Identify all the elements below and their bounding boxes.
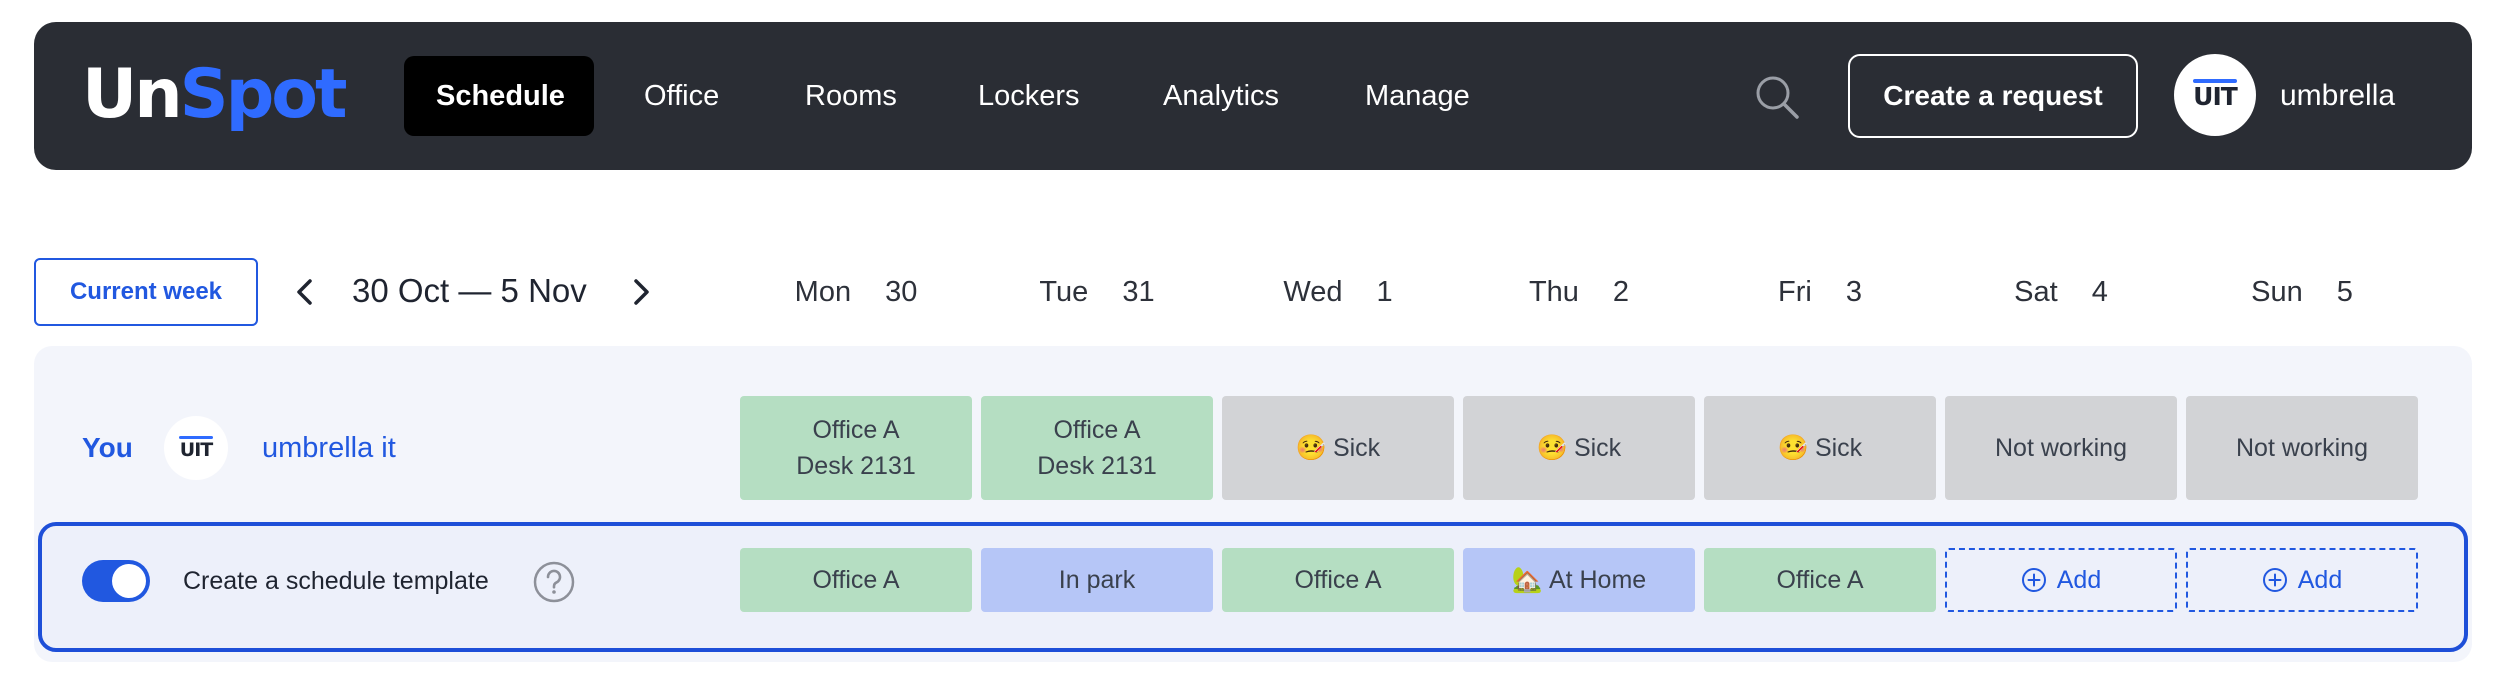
current-week-button[interactable]: Current week bbox=[34, 258, 258, 326]
plus-circle-icon bbox=[2021, 568, 2046, 592]
unspot-logo[interactable]: UnSpot bbox=[82, 50, 348, 140]
top-header: UnSpot Schedule Office Rooms Lockers Ana… bbox=[34, 22, 2472, 170]
day-header-mon: Mon 30 bbox=[794, 276, 918, 308]
nav-rooms[interactable]: Rooms bbox=[805, 56, 897, 136]
schedule-cell-tue[interactable]: Office A Desk 2131 bbox=[981, 396, 1213, 500]
sick-emoji-icon: 🤒 bbox=[1536, 434, 1568, 462]
nav-manage[interactable]: Manage bbox=[1365, 56, 1470, 136]
week-range-label: 30 Oct — 5 Nov bbox=[352, 272, 587, 309]
schedule-cell-fri[interactable]: 🤒 Sick bbox=[1704, 396, 1936, 500]
day-header-sun: Sun 5 bbox=[2251, 276, 2353, 308]
create-request-button[interactable]: Create a request bbox=[1848, 54, 2138, 138]
chevron-left-icon[interactable] bbox=[288, 274, 324, 310]
nav-lockers[interactable]: Lockers bbox=[978, 56, 1080, 136]
nav-analytics[interactable]: Analytics bbox=[1163, 56, 1279, 136]
template-cell-thu[interactable]: 🏡 At Home bbox=[1463, 548, 1695, 612]
header-username[interactable]: umbrella bbox=[2280, 56, 2395, 136]
schedule-cell-sun[interactable]: Not working bbox=[2186, 396, 2418, 500]
uit-logo-icon: UIT bbox=[2193, 79, 2238, 111]
nav-office[interactable]: Office bbox=[644, 56, 719, 136]
uit-logo-icon: UIT bbox=[179, 435, 213, 461]
user-name[interactable]: umbrella it bbox=[262, 428, 396, 468]
template-cell-wed[interactable]: Office A bbox=[1222, 548, 1454, 612]
template-cell-fri[interactable]: Office A bbox=[1704, 548, 1936, 612]
home-emoji-icon: 🏡 bbox=[1511, 566, 1543, 594]
nav-schedule[interactable]: Schedule bbox=[404, 56, 594, 136]
template-toggle[interactable] bbox=[82, 560, 150, 602]
day-header-tue: Tue 31 bbox=[1039, 276, 1155, 308]
user-avatar: UIT bbox=[164, 416, 228, 480]
day-header-thu: Thu 2 bbox=[1528, 276, 1630, 308]
sick-emoji-icon: 🤒 bbox=[1295, 434, 1327, 462]
schedule-cell-wed[interactable]: 🤒 Sick bbox=[1222, 396, 1454, 500]
template-label: Create a schedule template bbox=[183, 567, 489, 595]
schedule-cell-mon[interactable]: Office A Desk 2131 bbox=[740, 396, 972, 500]
template-cell-mon[interactable]: Office A bbox=[740, 548, 972, 612]
toggle-knob bbox=[112, 564, 146, 598]
help-icon[interactable] bbox=[532, 560, 576, 604]
template-cell-tue[interactable]: In park bbox=[981, 548, 1213, 612]
plus-circle-icon bbox=[2262, 568, 2287, 592]
schedule-cell-sat[interactable]: Not working bbox=[1945, 396, 2177, 500]
you-label: You bbox=[82, 432, 133, 463]
template-add-sat-button[interactable]: Add bbox=[1945, 548, 2177, 612]
sick-emoji-icon: 🤒 bbox=[1777, 434, 1809, 462]
template-add-sun-button[interactable]: Add bbox=[2186, 548, 2418, 612]
search-icon[interactable] bbox=[1752, 72, 1802, 122]
day-header-sat: Sat 4 bbox=[2014, 276, 2108, 308]
chevron-right-icon[interactable] bbox=[622, 274, 658, 310]
day-header-wed: Wed 1 bbox=[1283, 276, 1393, 308]
day-header-fri: Fri 3 bbox=[1778, 276, 1862, 308]
schedule-cell-thu[interactable]: 🤒 Sick bbox=[1463, 396, 1695, 500]
header-avatar[interactable]: UIT bbox=[2174, 54, 2256, 136]
